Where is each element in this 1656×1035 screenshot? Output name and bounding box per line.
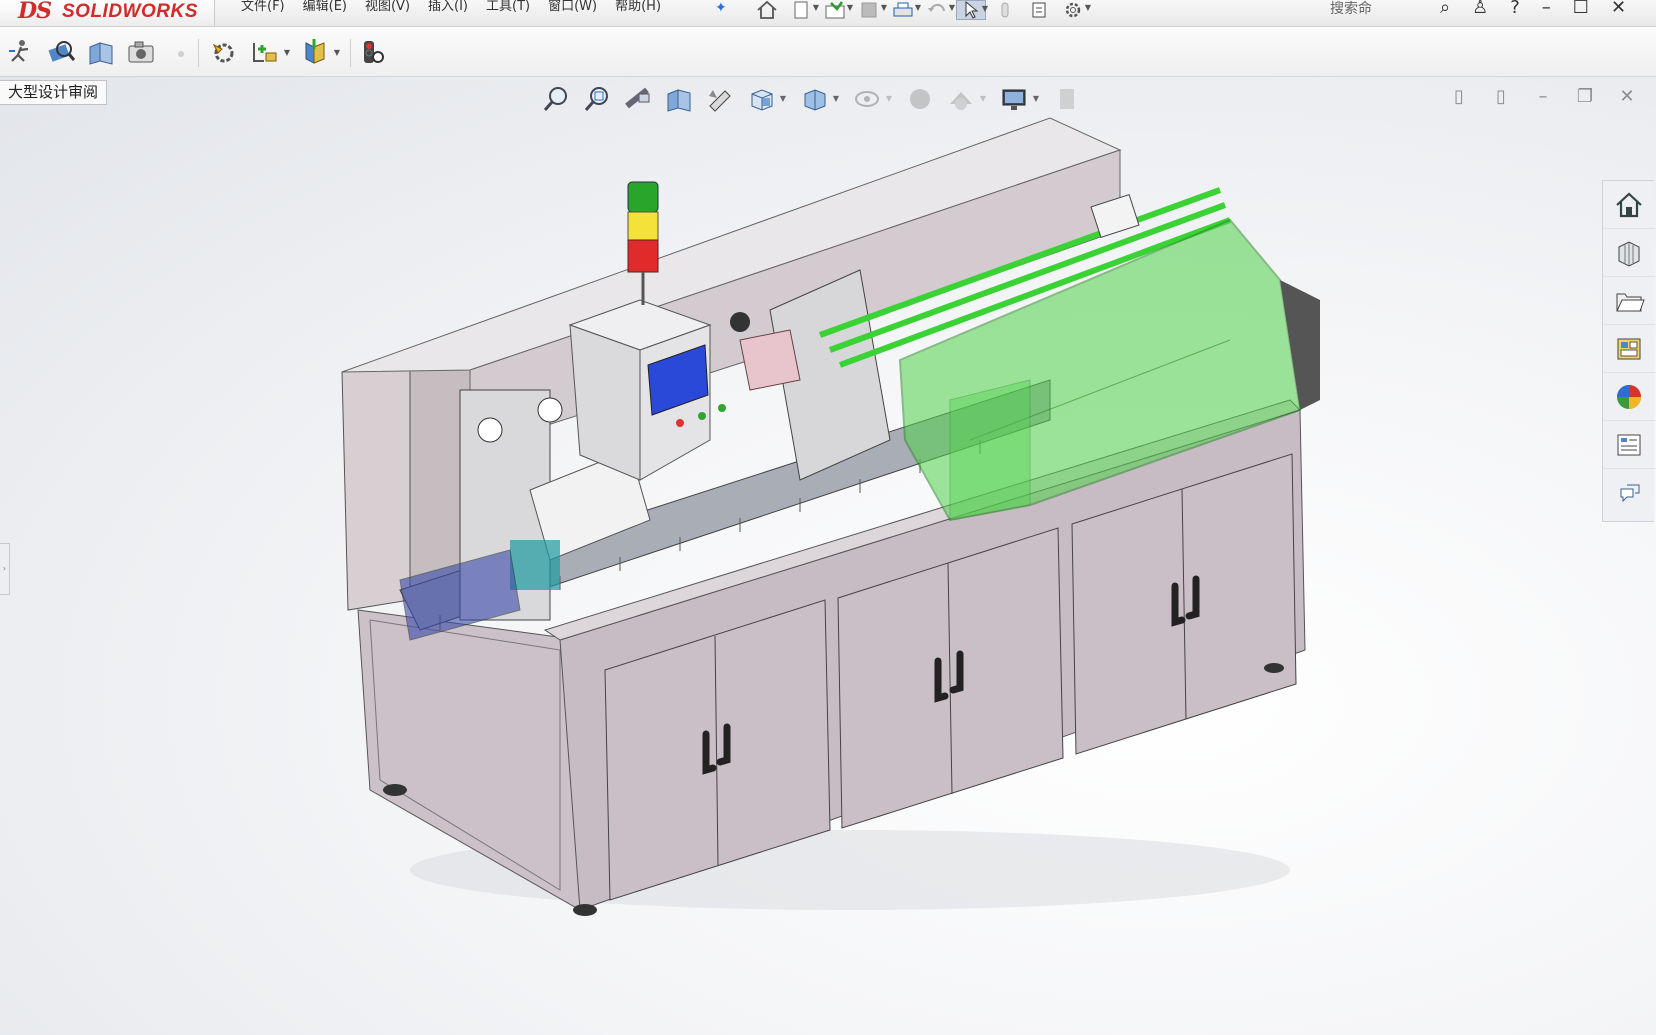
solidworks-logo[interactable]: DS SOLIDWORKS xyxy=(0,0,215,26)
command-separator xyxy=(350,39,351,67)
design-library-icon[interactable] xyxy=(1603,229,1655,277)
search-icon[interactable]: ⌕ xyxy=(1440,0,1450,17)
tile-right-icon[interactable]: ▯ xyxy=(1490,86,1512,108)
app-name: SOLIDWORKS xyxy=(62,1,198,22)
left-frame xyxy=(341,349,411,611)
options-icon[interactable]: ▼ xyxy=(1058,0,1091,20)
task-pane xyxy=(1602,180,1655,522)
print-icon[interactable]: ▼ xyxy=(888,0,921,20)
more-tools-icon[interactable] xyxy=(164,35,198,69)
menu-insert[interactable]: 插入(I) xyxy=(419,0,477,26)
minimize-document-icon[interactable]: – xyxy=(1532,86,1554,108)
close-app-icon[interactable]: ✕ xyxy=(1611,0,1626,17)
close-document-icon[interactable]: ✕ xyxy=(1616,86,1638,108)
solidworks-forum-icon[interactable] xyxy=(1603,469,1655,517)
menu-help[interactable]: 帮助(H) xyxy=(606,0,670,26)
file-properties-icon[interactable] xyxy=(1024,0,1054,20)
insert-component-icon[interactable]: ▼ xyxy=(248,35,290,69)
stack-light-green xyxy=(627,181,659,213)
guard-front-face xyxy=(949,379,1031,521)
stack-light-yellow xyxy=(627,211,659,241)
magazine-pink-part xyxy=(739,329,801,391)
magazine-gear xyxy=(730,312,750,332)
new-document-icon[interactable]: ▼ xyxy=(786,0,819,20)
document-window-controls: ▯ ▯ – ❐ ✕ xyxy=(1448,86,1638,108)
menu-bar: 文件(F) 编辑(E) 视图(V) 插入(I) 工具(T) 窗口(W) 帮助(H… xyxy=(232,0,670,26)
assembly-config-icon[interactable] xyxy=(206,35,240,69)
solidworks-resources-icon[interactable] xyxy=(1603,181,1655,229)
search-input[interactable]: 搜索命 xyxy=(1330,0,1372,18)
machine-assembly-model[interactable] xyxy=(330,110,1370,970)
ds-logo-mark: DS xyxy=(18,0,52,24)
custom-properties-icon[interactable] xyxy=(1603,421,1655,469)
minimize-app-icon[interactable]: – xyxy=(1542,0,1551,17)
pin-icon[interactable]: ✦ xyxy=(715,0,727,16)
menu-edit[interactable]: 编辑(E) xyxy=(294,0,356,26)
restore-document-icon[interactable]: ❐ xyxy=(1574,86,1596,108)
stop-button xyxy=(676,419,684,427)
feature-manager-expand-handle[interactable]: › xyxy=(0,543,10,595)
feeder-cyan-part xyxy=(510,540,560,590)
appearances-icon[interactable] xyxy=(1603,373,1655,421)
mate-icon[interactable]: ▼ xyxy=(298,35,340,69)
select-icon[interactable]: ▼ xyxy=(956,0,988,20)
traffic-light-icon[interactable] xyxy=(356,35,390,69)
menu-view[interactable]: 视图(V) xyxy=(356,0,419,26)
menu-window[interactable]: 窗口(W) xyxy=(539,0,606,26)
feeder-wheel-2 xyxy=(537,397,563,423)
menu-tools[interactable]: 工具(T) xyxy=(477,0,539,26)
home-icon[interactable] xyxy=(752,0,782,20)
feeder-wheel-1 xyxy=(477,417,503,443)
inspect-icon[interactable] xyxy=(44,35,78,69)
open-icon[interactable]: ▼ xyxy=(820,0,853,20)
stack-light-red xyxy=(627,239,659,273)
help-icon[interactable]: ? xyxy=(1510,0,1520,17)
smart-dimension-icon[interactable] xyxy=(4,35,38,69)
start-button-2 xyxy=(718,404,726,412)
rebuild-icon[interactable] xyxy=(990,0,1020,20)
command-manager: ▼ ▼ xyxy=(0,27,1656,77)
menu-file[interactable]: 文件(F) xyxy=(232,0,294,26)
section-view-icon[interactable] xyxy=(84,35,118,69)
screenshot-icon[interactable] xyxy=(124,35,158,69)
undo-icon[interactable]: ▼ xyxy=(922,0,955,20)
user-icon[interactable]: ♙ xyxy=(1472,0,1488,17)
document-tab[interactable]: 大型设计审阅 xyxy=(0,80,108,105)
command-separator xyxy=(198,39,199,67)
title-bar: DS SOLIDWORKS 文件(F) 编辑(E) 视图(V) 插入(I) 工具… xyxy=(0,0,1656,27)
control-box-left xyxy=(569,324,641,481)
view-palette-icon[interactable] xyxy=(1603,325,1655,373)
tile-left-icon[interactable]: ▯ xyxy=(1448,86,1470,108)
maximize-app-icon[interactable]: ☐ xyxy=(1573,0,1589,17)
start-button-1 xyxy=(698,412,706,420)
quick-access-toolbar: ▼ ▼ ▼ ▼ ▼ ▼ ▼ xyxy=(752,0,1091,26)
save-icon[interactable]: ▼ xyxy=(854,0,887,20)
file-explorer-icon[interactable] xyxy=(1603,277,1655,325)
title-right-controls: ⌕ ♙ ? – ☐ ✕ xyxy=(1440,0,1626,17)
